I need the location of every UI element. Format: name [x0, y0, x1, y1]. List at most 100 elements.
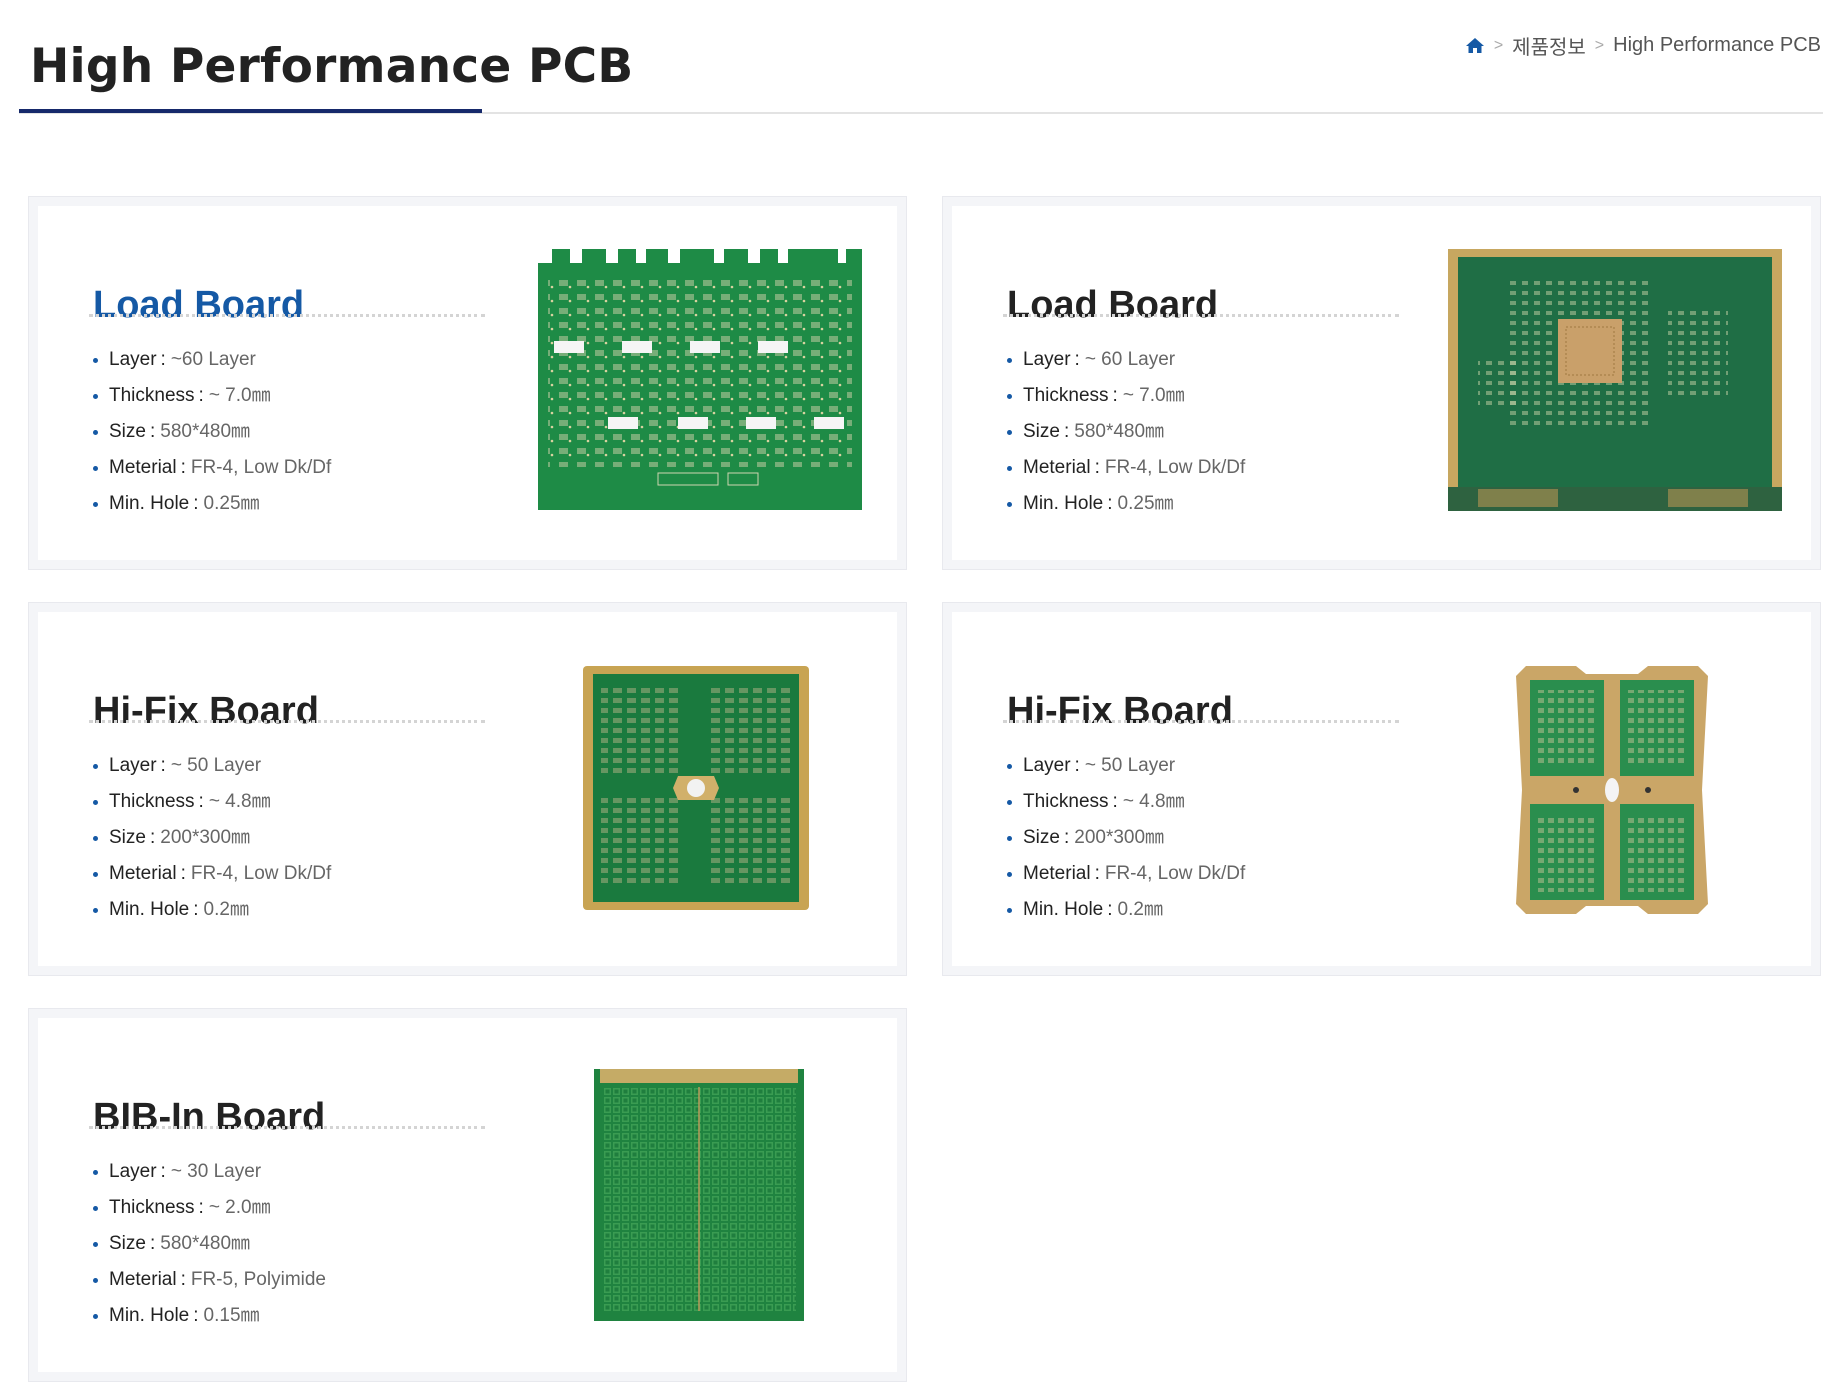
spec-item-min-hole: Min. Hole:0.2㎜: [1007, 892, 1245, 928]
spec-item-layer: Layer: ~ 30 Layer: [93, 1154, 326, 1190]
bullet-dot: [93, 465, 98, 471]
spec-item-material: Meterial: FR-5, Polyimide: [93, 1262, 326, 1298]
bullet-dot: [93, 393, 98, 399]
spec-value: 0.2㎜: [203, 899, 249, 920]
breadcrumb-item-products[interactable]: 제품정보: [1512, 31, 1586, 60]
bullet-dot: [1007, 763, 1012, 769]
spec-label: Min. Hole: [109, 1305, 190, 1326]
spec-value: ~60 Layer: [170, 349, 256, 370]
spec-value: ~ 50 Layer: [170, 755, 262, 776]
home-icon[interactable]: [1465, 37, 1485, 54]
spec-label: Layer: [109, 349, 157, 370]
spec-item-thickness: Thickness: ~ 4.8㎜: [1007, 784, 1245, 820]
dotted-divider: [89, 1126, 485, 1129]
spec-label: Meterial: [109, 1269, 177, 1290]
product-card-hi-fix-board-1[interactable]: Hi-Fix Board Layer: ~ 50 Layer Thickness:…: [29, 603, 906, 975]
spec-value: ~ 50 Layer: [1084, 755, 1176, 776]
spec-value: FR-5, Polyimide: [190, 1269, 327, 1290]
spec-item-thickness: Thickness: ~ 7.0㎜: [93, 378, 331, 414]
spec-label: Min. Hole: [109, 493, 190, 514]
spec-value: 0.2㎜: [1117, 899, 1163, 920]
spec-label: Thickness: [1023, 791, 1109, 812]
spec-item-layer: Layer: ~ 50 Layer: [93, 748, 331, 784]
card-title[interactable]: Load Board: [93, 284, 304, 327]
bullet-dot: [1007, 799, 1012, 805]
spec-label: Layer: [1023, 755, 1071, 776]
bullet-dot: [93, 1205, 98, 1211]
title-accent-bar: [19, 109, 482, 113]
bullet-dot: [93, 429, 98, 435]
spec-label: Meterial: [1023, 863, 1091, 884]
spec-value: 580*480㎜: [160, 421, 251, 442]
bullet-dot: [93, 1169, 98, 1175]
bullet-dot: [1007, 357, 1012, 363]
card-title[interactable]: BIB-In Board: [93, 1096, 325, 1139]
spec-value: ~ 7.0㎜: [208, 385, 271, 406]
breadcrumb-item-current: High Performance PCB: [1613, 34, 1821, 56]
spec-label: Size: [1023, 421, 1060, 442]
spec-label: Meterial: [109, 863, 177, 884]
spec-item-min-hole: Min. Hole:0.15㎜: [93, 1298, 326, 1334]
spec-value: ~ 60 Layer: [1084, 349, 1176, 370]
spec-label: Meterial: [109, 457, 177, 478]
spec-label: Layer: [1023, 349, 1071, 370]
spec-label: Meterial: [1023, 457, 1091, 478]
dotted-divider: [89, 720, 485, 723]
spec-label: Layer: [109, 1161, 157, 1182]
spec-value: ~ 7.0㎜: [1122, 385, 1185, 406]
bullet-dot: [1007, 393, 1012, 399]
spec-item-min-hole: Min. Hole:0.25㎜: [1007, 486, 1245, 522]
spec-value: FR-4, Low Dk/Df: [190, 457, 332, 478]
load-board-image[interactable]: [1448, 249, 1782, 511]
bullet-dot: [93, 799, 98, 805]
bullet-dot: [1007, 429, 1012, 435]
spec-label: Size: [109, 1233, 146, 1254]
spec-label: Size: [109, 827, 146, 848]
spec-item-layer: Layer: ~ 50 Layer: [1007, 748, 1245, 784]
spec-value: FR-4, Low Dk/Df: [1104, 863, 1246, 884]
product-card-load-board-1[interactable]: Load Board Layer: ~60 Layer Thickness: ~ 7…: [29, 197, 906, 569]
spec-label: Layer: [109, 755, 157, 776]
spec-item-size: Size:200*300㎜: [1007, 820, 1245, 856]
bullet-dot: [93, 763, 98, 769]
product-card-hi-fix-board-2[interactable]: Hi-Fix Board Layer: ~ 50 Layer Thickness:…: [943, 603, 1820, 975]
bullet-dot: [1007, 465, 1012, 471]
card-title[interactable]: Hi-Fix Board: [1007, 690, 1233, 733]
bullet-dot: [93, 871, 98, 877]
bullet-dot: [93, 1277, 98, 1283]
spec-value: 580*480㎜: [160, 1233, 251, 1254]
spec-item-size: Size:200*300㎜: [93, 820, 331, 856]
card-title[interactable]: Hi-Fix Board: [93, 690, 319, 733]
bullet-dot: [93, 1313, 98, 1319]
bullet-dot: [1007, 501, 1012, 507]
bullet-dot: [93, 835, 98, 841]
spec-value: 0.25㎜: [203, 493, 260, 514]
spec-value: ~ 4.8㎜: [208, 791, 271, 812]
hi-fix-board-image[interactable]: [583, 666, 809, 910]
spec-list: Layer: ~ 30 Layer Thickness: ~ 2.0㎜ Size:5…: [93, 1154, 326, 1334]
spec-item-size: Size:580*480㎜: [1007, 414, 1245, 450]
hi-fix-board-image[interactable]: [1516, 666, 1708, 914]
spec-label: Thickness: [109, 1197, 195, 1218]
spec-item-min-hole: Min. Hole:0.25㎜: [93, 486, 331, 522]
spec-list: Layer: ~ 50 Layer Thickness: ~ 4.8㎜ Size:2…: [1007, 748, 1245, 928]
spec-label: Size: [1023, 827, 1060, 848]
load-board-image[interactable]: [538, 249, 862, 510]
spec-label: Thickness: [1023, 385, 1109, 406]
spec-label: Min. Hole: [1023, 493, 1104, 514]
product-card-load-board-2[interactable]: Load Board Layer: ~ 60 Layer Thickness: ~ …: [943, 197, 1820, 569]
spec-item-min-hole: Min. Hole:0.2㎜: [93, 892, 331, 928]
spec-value: 0.15㎜: [203, 1305, 260, 1326]
spec-item-thickness: Thickness: ~ 2.0㎜: [93, 1190, 326, 1226]
bullet-dot: [93, 907, 98, 913]
product-card-bib-in-board[interactable]: BIB-In Board Layer: ~ 30 Layer Thickness:…: [29, 1009, 906, 1381]
bullet-dot: [1007, 835, 1012, 841]
bib-in-board-image[interactable]: [594, 1069, 804, 1321]
dotted-divider: [1003, 720, 1399, 723]
spec-item-material: Meterial: FR-4, Low Dk/Df: [93, 856, 331, 892]
card-title[interactable]: Load Board: [1007, 284, 1218, 327]
bullet-dot: [1007, 871, 1012, 877]
spec-value: ~ 2.0㎜: [208, 1197, 271, 1218]
spec-item-material: Meterial: FR-4, Low Dk/Df: [1007, 450, 1245, 486]
spec-label: Min. Hole: [1023, 899, 1104, 920]
